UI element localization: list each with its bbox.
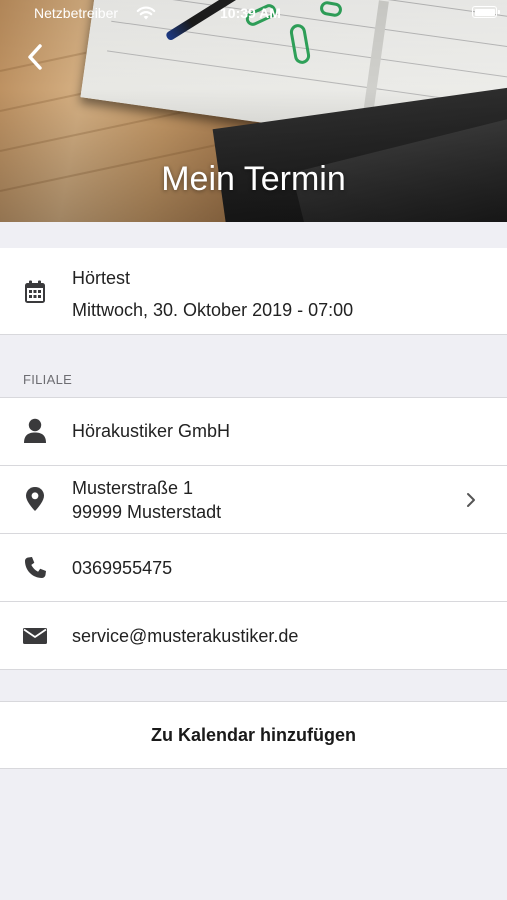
page-title-text: Mein Termin xyxy=(161,160,346,198)
phone-number: 0369955475 xyxy=(72,558,173,578)
location-pin-icon xyxy=(21,485,49,513)
branch-name-cell: Hörakustiker GmbH xyxy=(0,398,507,465)
address-cell[interactable]: Musterstraße 1 99999 Musterstadt xyxy=(0,466,507,533)
add-to-calendar-button[interactable]: Zu Kalendar hinzufügen xyxy=(0,702,507,768)
address-city: 99999 Musterstadt xyxy=(72,502,222,522)
phone-icon xyxy=(21,554,49,582)
back-button[interactable] xyxy=(20,42,50,76)
appointment-cell: Hörtest Mittwoch, 30. Oktober 2019 - 07:… xyxy=(0,248,507,334)
appointment-title: Hörtest xyxy=(72,268,131,288)
email-cell[interactable]: service@musterakustiker.de xyxy=(0,602,507,669)
calendar-icon xyxy=(21,278,49,306)
divider xyxy=(0,768,507,769)
mail-icon xyxy=(21,622,49,650)
status-time: 10:39 AM xyxy=(220,5,281,21)
add-to-calendar-label: Zu Kalendar hinzufügen xyxy=(151,724,356,745)
battery-icon xyxy=(472,6,500,18)
page-title: Mein Termin xyxy=(0,160,507,199)
appointment-date: Mittwoch, 30. Oktober 2019 - 07:00 xyxy=(72,300,354,320)
divider xyxy=(0,669,507,670)
chevron-right-icon xyxy=(465,492,477,508)
divider xyxy=(0,334,507,335)
branch-name: Hörakustiker GmbH xyxy=(72,421,231,441)
person-icon xyxy=(21,417,49,445)
wifi-icon xyxy=(136,5,156,21)
status-bar: Netzbetreiber 10:39 AM xyxy=(0,0,507,26)
section-header-filiale: FILIALE xyxy=(23,372,73,387)
address-street: Musterstraße 1 xyxy=(72,478,194,498)
carrier-name: Netzbetreiber xyxy=(34,5,119,21)
email-address: service@musterakustiker.de xyxy=(72,626,299,646)
phone-cell[interactable]: 0369955475 xyxy=(0,534,507,601)
chevron-left-icon xyxy=(27,43,43,75)
